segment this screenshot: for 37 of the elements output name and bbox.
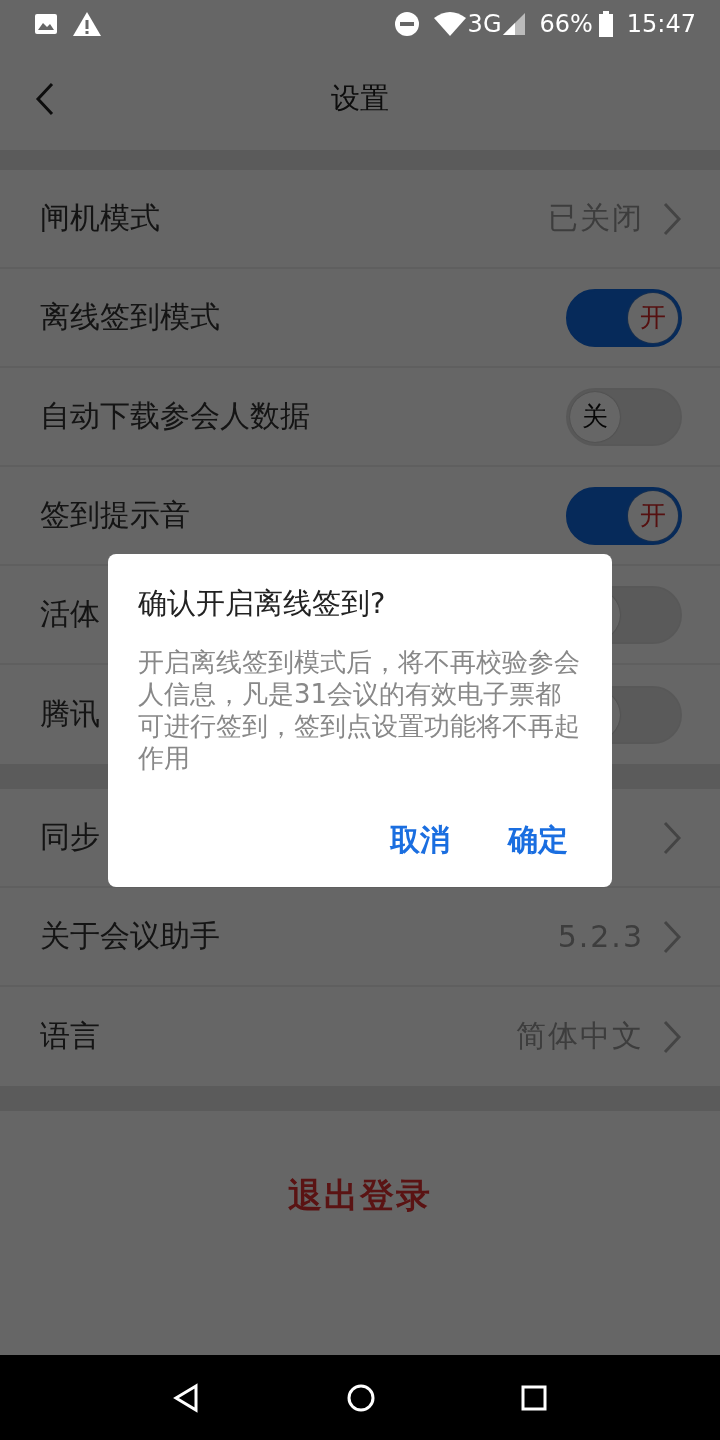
setting-label: 活体 (40, 595, 100, 633)
battery-percent: 66% (539, 10, 593, 38)
image-icon (34, 12, 58, 36)
setting-label: 闸机模式 (40, 199, 160, 237)
chevron-right-icon (662, 1018, 682, 1055)
setting-label: 同步 (40, 818, 100, 856)
toggle-knob: 开 (628, 292, 678, 343)
dialog-message: 开启离线签到模式后，将不再校验参会人信息，凡是31会议的有效电子票都可进行签到，签到点设置功能将不再起作用 (138, 646, 581, 774)
setting-label: 签到提示音 (40, 496, 190, 534)
clock-time: 15:47 (626, 10, 696, 38)
network-type: 3G (467, 10, 502, 38)
chevron-right-icon (662, 819, 682, 856)
dialog-button[interactable]: 确定 (494, 814, 582, 867)
back-icon[interactable] (34, 82, 56, 116)
warning-icon (72, 11, 102, 37)
dialog-title: 确认开启离线签到? (138, 585, 387, 622)
battery-icon (598, 11, 613, 37)
recents-square-icon[interactable] (520, 1383, 548, 1412)
setting-label: 腾讯 (40, 695, 100, 733)
logout-button[interactable]: 退出登录 (282, 1171, 438, 1221)
setting-label: 自动下载参会人数据 (40, 397, 310, 435)
chevron-right-icon (662, 200, 682, 237)
toggle-switch[interactable]: 关 (566, 387, 682, 446)
toggle-knob: 开 (628, 490, 678, 541)
setting-label: 关于会议助手 (40, 917, 220, 955)
home-circle-icon[interactable] (346, 1382, 376, 1413)
page-title: 设置 (331, 80, 389, 117)
toggle-switch[interactable]: 开 (566, 288, 682, 347)
dialog-button[interactable]: 取消 (376, 814, 464, 867)
setting-label: 离线签到模式 (40, 298, 220, 336)
signal-icon (503, 13, 526, 35)
do-not-disturb-icon (393, 11, 420, 37)
wifi-icon (433, 12, 466, 36)
toggle-knob: 关 (570, 391, 620, 442)
toggle-switch[interactable]: 开 (566, 486, 682, 545)
chevron-right-icon (662, 918, 682, 955)
setting-label: 语言 (40, 1017, 100, 1055)
